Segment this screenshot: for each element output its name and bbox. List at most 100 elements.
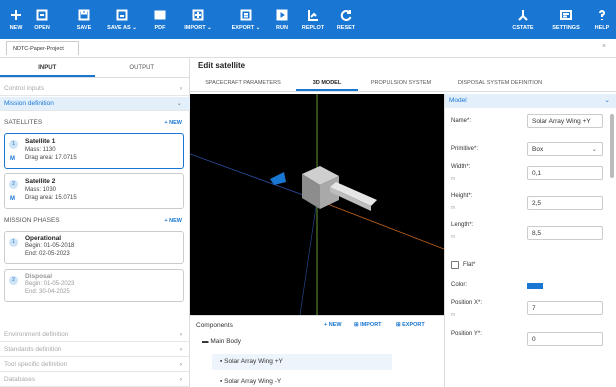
settings-button[interactable]: SETTINGS xyxy=(546,0,586,39)
pdf-icon xyxy=(154,10,166,19)
new-phase-button[interactable]: + NEW xyxy=(164,213,182,229)
export-component-button[interactable]: ⊞ EXPORT xyxy=(396,322,425,328)
phase-name: Operational xyxy=(25,235,62,242)
3d-scene[interactable] xyxy=(189,94,445,316)
pdf-button[interactable]: PDF xyxy=(146,0,174,39)
mass-icon: M xyxy=(10,156,15,162)
flat-checkbox[interactable] xyxy=(451,261,459,269)
solar-array-wing-minus-y[interactable] xyxy=(270,172,286,185)
phase-card-2[interactable]: 2 Disposal Begin: 01-05-2023 End: 30-04-… xyxy=(4,269,184,302)
new-component-button[interactable]: + NEW xyxy=(324,322,342,328)
chevron-down-icon: ⌄ xyxy=(604,97,610,104)
satellite-number-badge: 2 xyxy=(9,180,18,189)
settings-icon xyxy=(560,9,572,20)
tab-output[interactable]: OUTPUT xyxy=(95,58,190,77)
position-y-field[interactable]: 0 xyxy=(527,332,603,346)
satellite-number-badge: 1 xyxy=(9,140,18,149)
reset-icon xyxy=(340,9,352,21)
cstate-button[interactable]: CSTATE xyxy=(505,0,541,39)
close-project-icon[interactable]: × xyxy=(602,43,606,50)
primitive-select[interactable]: Box ⌄ xyxy=(527,142,603,156)
save-as-button[interactable]: SAVE AS ⌄ xyxy=(102,0,142,39)
replot-icon xyxy=(308,9,318,21)
left-panel: INPUT OUTPUT Control inputs › Mission def… xyxy=(0,58,190,387)
tree-item-main-body[interactable]: ▬ Main Body xyxy=(202,338,241,345)
components-panel: Components + NEW ⊞ IMPORT ⊞ EXPORT ▬ Mai… xyxy=(190,315,444,387)
new-satellite-button[interactable]: + NEW xyxy=(164,115,182,131)
primitive-label: Primitive*: xyxy=(451,146,479,152)
help-icon xyxy=(599,9,605,20)
model-properties-panel: Model ⌄ Name*: Solar Array Wing +Y Primit… xyxy=(444,94,616,387)
position-x-field[interactable]: 7 xyxy=(527,301,603,315)
save-button[interactable]: SAVE xyxy=(64,0,104,39)
width-field[interactable]: 0,1 xyxy=(527,166,603,180)
chevron-down-icon: ⌄ xyxy=(176,100,182,107)
section-databases[interactable]: Databases › xyxy=(0,373,190,387)
chevron-right-icon: › xyxy=(179,331,182,338)
section-environment-definition[interactable]: Environment definition › xyxy=(0,328,190,342)
chevron-right-icon: › xyxy=(179,361,182,368)
tree-item-solar-array-wing-plus-y[interactable]: ▪ Solar Array Wing +Y xyxy=(212,354,392,370)
3d-viewport[interactable] xyxy=(189,94,445,316)
open-button[interactable]: OPEN xyxy=(28,0,56,39)
z-axis-line xyxy=(189,153,318,201)
satellite-card-1[interactable]: 1 M Satellite 1 Mass: 1130 Drag area: 17… xyxy=(4,133,184,169)
phase-number-badge: 1 xyxy=(9,238,18,247)
run-button[interactable]: RUN xyxy=(270,0,294,39)
plus-icon xyxy=(11,9,21,20)
project-tab[interactable]: NDTC-Paper-Project xyxy=(6,41,79,55)
toolbar: NEW OPEN SAVE SAVE AS ⌄ PDF IMPORT ⌄ EXP… xyxy=(0,0,616,39)
phase-begin: Begin: 01-05-2023 xyxy=(25,281,75,287)
tab-input[interactable]: INPUT xyxy=(0,58,95,77)
phase-end: End: 02-05-2023 xyxy=(25,251,70,257)
help-button[interactable]: HELP xyxy=(590,0,614,39)
model-section-header[interactable]: Model ⌄ xyxy=(445,94,616,108)
position-x-label: Position X*: xyxy=(451,300,483,306)
position-y-label: Position Y*: xyxy=(451,331,482,337)
import-button[interactable]: IMPORT ⌄ xyxy=(176,0,220,39)
tab-3d-model[interactable]: 3D MODEL xyxy=(296,74,358,91)
phase-name: Disposal xyxy=(25,273,53,280)
height-field[interactable]: 2,5 xyxy=(527,196,603,210)
replot-button[interactable]: REPLOT xyxy=(298,0,328,39)
height-unit: m xyxy=(451,205,456,211)
phase-card-1[interactable]: 1 Operational Begin: 01-05-2018 End: 02-… xyxy=(4,231,184,264)
color-swatch[interactable] xyxy=(527,283,543,289)
reset-button[interactable]: RESET xyxy=(332,0,360,39)
left-tabs: INPUT OUTPUT xyxy=(0,58,189,78)
phase-number-badge: 2 xyxy=(9,276,18,285)
tab-disposal-system-definition[interactable]: DISPOSAL SYSTEM DEFINITION xyxy=(444,74,556,91)
import-component-button[interactable]: ⊞ IMPORT xyxy=(354,322,382,328)
height-label: Height*: xyxy=(451,193,473,199)
save-icon xyxy=(78,9,90,20)
save-as-icon xyxy=(116,9,128,20)
mass-icon: M xyxy=(10,196,15,202)
import-icon xyxy=(192,9,204,20)
satellite-drag-area: Drag area: 17.0715 xyxy=(25,155,77,161)
export-button[interactable]: EXPORT ⌄ xyxy=(222,0,270,39)
length-label: Length*: xyxy=(451,222,474,228)
length-unit: m xyxy=(451,234,456,240)
new-button[interactable]: NEW xyxy=(4,0,28,39)
export-icon xyxy=(240,9,252,20)
satellite-mass: Mass: 1030 xyxy=(25,187,57,193)
length-field[interactable]: 8,5 xyxy=(527,226,603,240)
chevron-right-icon: › xyxy=(179,85,182,92)
section-standards-definition[interactable]: Standards definition › xyxy=(0,343,190,357)
main-panel: Edit satellite SPACECRAFT PARAMETERS 3D … xyxy=(189,58,616,387)
color-label: Color: xyxy=(451,282,468,288)
section-tool-specific-definition[interactable]: Tool specific definition › xyxy=(0,358,190,372)
chevron-right-icon: › xyxy=(179,346,182,353)
scrollbar[interactable] xyxy=(610,114,614,178)
satellite-card-2[interactable]: 2 M Satellite 2 Mass: 1030 Drag area: 15… xyxy=(4,173,184,209)
tab-spacecraft-parameters[interactable]: SPACECRAFT PARAMETERS xyxy=(190,74,296,91)
section-mission-definition[interactable]: Mission definition ⌄ xyxy=(0,97,190,111)
section-control-inputs[interactable]: Control inputs › xyxy=(0,82,190,96)
tree-item-solar-array-wing-minus-y[interactable]: ▪ Solar Array Wing -Y xyxy=(220,378,281,385)
project-tab-bar: NDTC-Paper-Project × xyxy=(0,39,616,58)
tab-propulsion-system[interactable]: PROPULSION SYSTEM xyxy=(358,74,444,91)
chevron-right-icon: › xyxy=(179,376,182,383)
axis-line xyxy=(299,199,318,316)
satellite-mass: Mass: 1130 xyxy=(25,147,56,153)
name-field[interactable]: Solar Array Wing +Y xyxy=(527,114,603,128)
